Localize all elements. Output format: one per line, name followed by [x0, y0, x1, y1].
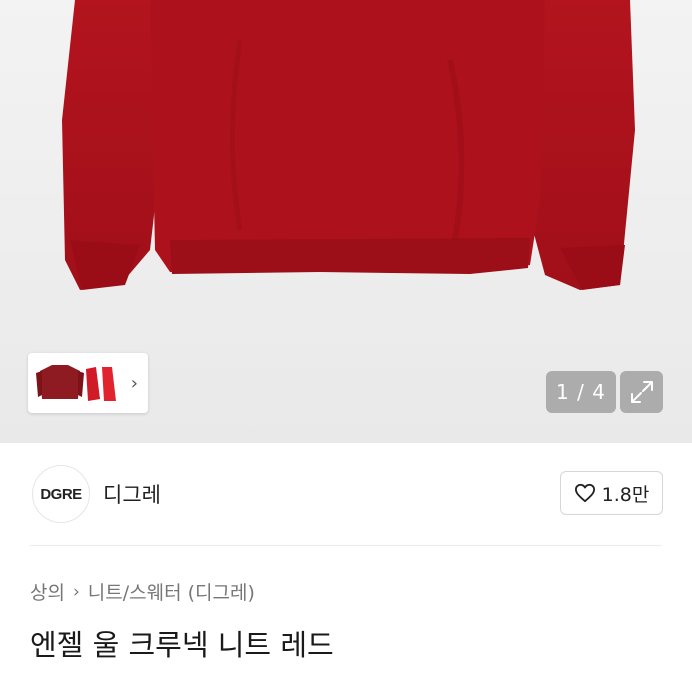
- image-counter: 1 / 4: [546, 371, 616, 413]
- chevron-right-icon: ›: [72, 581, 80, 602]
- store-info: DGRE 디그레 1.8만: [0, 443, 692, 545]
- divider: [30, 545, 662, 546]
- breadcrumb-subcategory[interactable]: 니트/스웨터 (디그레): [88, 578, 255, 605]
- product-image-gallery[interactable]: › 1 / 4: [0, 0, 692, 443]
- expand-icon: [630, 381, 653, 403]
- store-logo[interactable]: DGRE: [32, 465, 90, 523]
- thumbnail-strip[interactable]: ›: [28, 353, 148, 413]
- expand-button[interactable]: [620, 371, 663, 413]
- store-name[interactable]: 디그레: [103, 479, 161, 509]
- thumbnail-more-icon[interactable]: ›: [131, 373, 138, 394]
- breadcrumb-category[interactable]: 상의: [30, 578, 65, 605]
- heart-icon: [574, 483, 595, 503]
- like-button[interactable]: 1.8만: [560, 471, 663, 515]
- breadcrumb: 상의 › 니트/스웨터 (디그레): [30, 578, 255, 605]
- like-count: 1.8만: [601, 483, 650, 506]
- product-title: 엔젤 울 크루넥 니트 레드: [30, 628, 334, 662]
- thumbnail-image[interactable]: [34, 359, 122, 407]
